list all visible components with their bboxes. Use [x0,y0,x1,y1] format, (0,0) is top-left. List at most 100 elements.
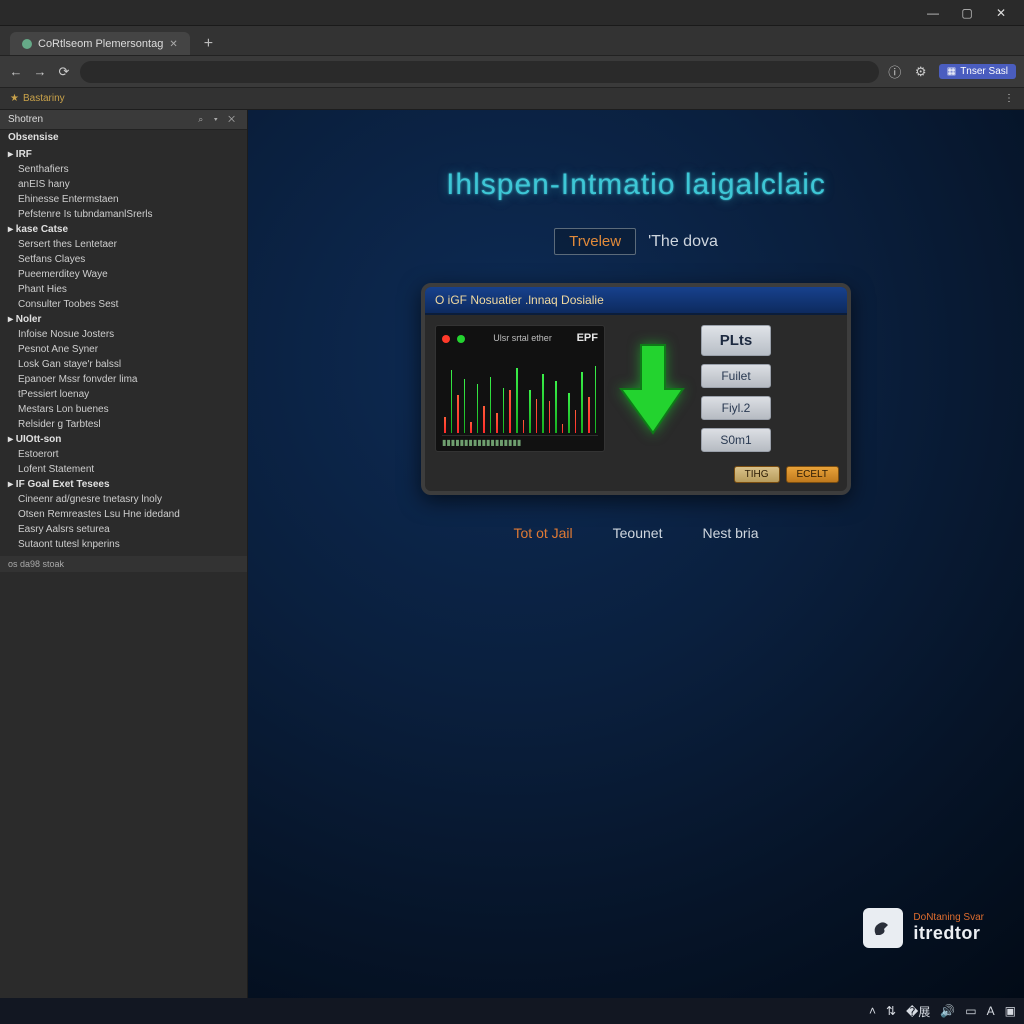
sidebar-item[interactable]: Consulter Toobes Sest [0,297,247,312]
browser-tab-active[interactable]: CoRtlseom Plemersontag ✕ [10,32,190,55]
chart-bar [490,377,492,433]
tray-volume-icon[interactable]: 🔊 [940,1004,955,1018]
sidebar-section[interactable]: ▸ IF Goal Exet Tesees [0,477,247,492]
sidebar-item[interactable]: Senthafiers [0,162,247,177]
chart-bar [477,384,479,434]
sidebar-item[interactable]: Relsider g Tarbtesl [0,417,247,432]
device-title: O iGF Nosuatier .lnnaq Dosialie [425,287,847,315]
sidebar-tree: ▸ IRFSenthafiersanEIS hanyEhinesse Enter… [0,145,247,556]
chart-bar [588,397,590,433]
device-panel: O iGF Nosuatier .lnnaq Dosialie Ulsr srt… [421,283,851,495]
chart-bar [444,417,446,433]
share-icon: ▦ [947,66,956,77]
device-main-button[interactable]: PLts [701,325,771,356]
window-titlebar: — ▢ ✕ [0,0,1024,26]
chart-bar [568,393,570,433]
indicator-green-icon [457,335,465,343]
info-icon[interactable]: ⓘ [887,64,903,80]
address-bar[interactable] [80,61,879,83]
main-content: Ihlspen-Intmatio laigalclaic Trvelew 'Th… [248,110,1024,998]
tray-language-icon[interactable]: A [987,1004,995,1018]
sidebar-item[interactable]: Otsen Remreastes Lsu Hne idedand [0,507,247,522]
sidebar-item[interactable]: Pueemerditey Waye [0,267,247,282]
chart-bar [595,366,597,433]
device-button-3[interactable]: S0m1 [701,428,771,452]
browser-toolbar: ← → ⟳ ⓘ ⚙ ▦ Tnser Sasl [0,56,1024,88]
sidebar-item[interactable]: Estoerort [0,447,247,462]
sidebar-header: Shotren ⌕ ▾ ✕ [0,110,247,130]
tray-network-icon[interactable]: ⇅ [886,1004,896,1018]
footer-link-2[interactable]: Teounet [613,525,663,541]
device-foot-button-2[interactable]: ECELT [786,466,840,483]
sidebar-item[interactable]: Sersert thes Lentetaer [0,237,247,252]
tray-chevron-icon[interactable]: ˄ [869,1004,876,1018]
share-label: Tnser Sasl [960,66,1008,77]
sidebar-item[interactable]: Epanoer Mssr fonvder lima [0,372,247,387]
settings-icon[interactable]: ⚙ [913,64,929,80]
preview-button[interactable]: Trvelew [554,228,636,255]
sidebar-footer: os da98 stoak [0,556,247,572]
bookmark-item[interactable]: Bastariny [23,93,65,104]
sidebar-section[interactable]: ▸ IRF [0,147,247,162]
page-title: Ihlspen-Intmatio laigalclaic [446,168,826,202]
sidebar-section[interactable]: ▸ UIOtt-son [0,432,247,447]
tray-wifi-icon[interactable]: �展 [906,1003,930,1020]
chart-bar [457,395,459,433]
chart-epf-label: EPF [577,332,598,344]
brand-badge: DoNtaning Svar itredtor [863,908,984,948]
sidebar-item[interactable]: Losk Gan staye'r balssl [0,357,247,372]
bookmark-menu-icon[interactable]: ⋮ [1004,93,1014,104]
window-maximize-button[interactable]: ▢ [950,3,984,23]
os-taskbar: ˄ ⇅ �展 🔊 ▭ A ▣ [0,998,1024,1024]
sidebar-close-icon[interactable]: ✕ [228,114,239,124]
window-minimize-button[interactable]: — [916,3,950,23]
sidebar-item[interactable]: Pefstenre Is tubndamanlSrerls [0,207,247,222]
tray-notification-icon[interactable]: ▣ [1005,1004,1016,1018]
chart-bar [581,372,583,433]
system-tray: ˄ ⇅ �展 🔊 ▭ A ▣ [869,1003,1016,1020]
chart-bar [464,379,466,433]
sidebar-item[interactable]: Lofent Statement [0,462,247,477]
sidebar-item[interactable]: anEIS hany [0,177,247,192]
sidebar-item[interactable]: tPessiert loenay [0,387,247,402]
subtitle-text: 'The dova [648,233,718,251]
nav-forward-icon[interactable]: → [32,64,48,80]
footer-link-3[interactable]: Nest bria [702,525,758,541]
sidebar-search-icon[interactable]: ⌕ [198,114,207,124]
browser-tabstrip: CoRtlseom Plemersontag ✕ + [0,26,1024,56]
sidebar-item[interactable]: Phant Hies [0,282,247,297]
device-button-column: PLts Fuilet Fiyl.2 S0m1 [701,325,771,452]
download-arrow-icon [617,325,689,452]
sidebar-section[interactable]: ▸ kase Catse [0,222,247,237]
device-button-1[interactable]: Fuilet [701,364,771,388]
device-chart: Ulsr srtal ether EPF ▮▮▮▮▮▮▮▮▮▮▮▮▮▮▮▮▮▮ [435,325,605,452]
nav-back-icon[interactable]: ← [8,64,24,80]
sidebar-item[interactable]: Infoise Nosue Josters [0,327,247,342]
sidebar-item[interactable]: Mestars Lon buenes [0,402,247,417]
window-close-button[interactable]: ✕ [984,3,1018,23]
nav-reload-icon[interactable]: ⟳ [56,64,72,80]
tab-close-icon[interactable]: ✕ [169,39,177,50]
chart-bar [549,401,551,433]
bookmark-star-icon[interactable]: ★ [10,93,19,104]
brand-main-text: itredtor [913,924,984,943]
device-footer: TIHG ECELT [425,462,847,491]
footer-link-1[interactable]: Tot ot Jail [514,525,573,541]
new-tab-button[interactable]: + [196,33,221,55]
sidebar-item[interactable]: Setfans Clayes [0,252,247,267]
share-button[interactable]: ▦ Tnser Sasl [939,64,1016,79]
sidebar-collapse-icon[interactable]: ▾ [214,114,222,124]
sidebar-item[interactable]: Easry Aalsrs seturea [0,522,247,537]
chart-bar [562,424,564,433]
sidebar-item[interactable]: Cineenr ad/gnesre tnetasry lnoly [0,492,247,507]
sidebar-item[interactable]: Ehinesse Entermstaen [0,192,247,207]
sidebar-item[interactable]: Pesnot Ane Syner [0,342,247,357]
device-button-2[interactable]: Fiyl.2 [701,396,771,420]
sidebar-section[interactable]: ▸ Noler [0,312,247,327]
sidebar-item[interactable]: Sutaont tutesl knperins [0,537,247,552]
sidebar-title: Shotren [8,114,43,125]
tray-battery-icon[interactable]: ▭ [965,1004,976,1018]
sidebar-subtitle[interactable]: Obsensise [0,130,247,145]
chart-bar [523,420,525,433]
device-foot-button-1[interactable]: TIHG [734,466,780,483]
